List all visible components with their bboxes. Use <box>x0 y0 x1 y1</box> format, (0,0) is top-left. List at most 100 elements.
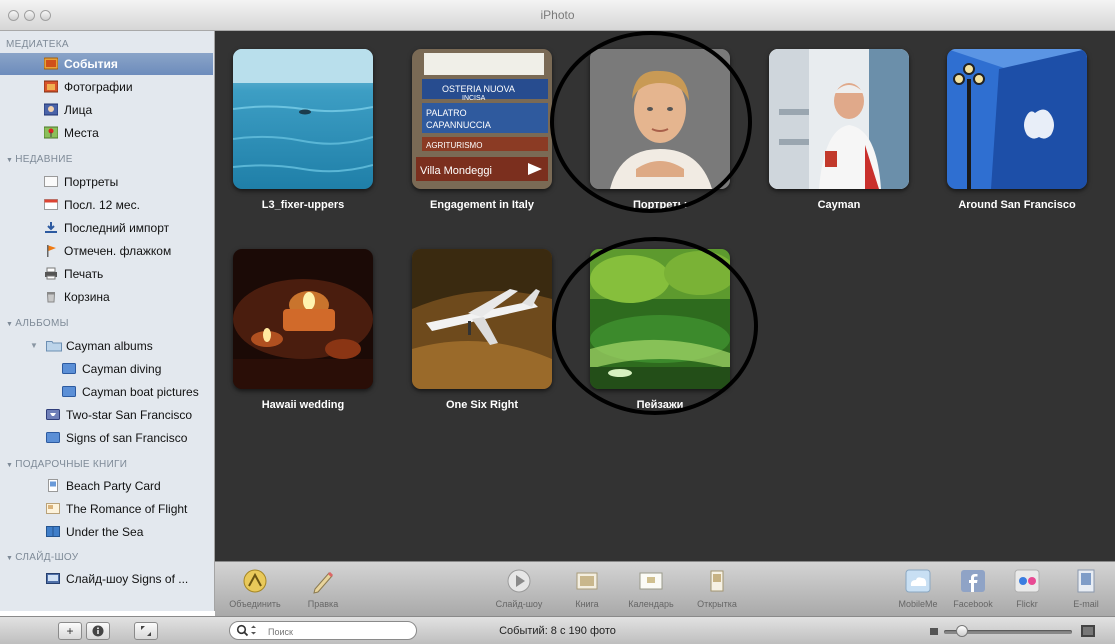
sidebar-item-cayman-boat-pictures[interactable]: Cayman boat pictures <box>0 381 213 403</box>
edit-button[interactable]: Правка <box>291 567 355 615</box>
calendar-button[interactable]: Календарь <box>619 567 683 615</box>
sidebar-item-last-import[interactable]: Последний импорт <box>0 217 213 239</box>
sidebar-item-last-12-months[interactable]: Посл. 12 мес. <box>0 194 213 216</box>
trash-icon <box>44 290 58 303</box>
slideshow-button[interactable]: Слайд-шоу <box>487 567 551 615</box>
book-label: Книга <box>575 599 599 609</box>
section-title: АЛЬБОМЫ <box>15 318 69 329</box>
event-thumbnail[interactable] <box>412 249 552 389</box>
play-icon <box>505 567 533 595</box>
zoom-slider-thumb[interactable] <box>956 625 968 637</box>
sign-text: PALATRO <box>426 108 467 118</box>
event-title[interactable]: One Six Right <box>382 399 582 411</box>
sidebar-item-label: The Romance of Flight <box>66 502 188 516</box>
flickr-button[interactable]: Flickr <box>995 567 1059 615</box>
sidebar-item-romance-of-flight[interactable]: The Romance of Flight <box>0 498 213 520</box>
section-header-albums[interactable]: ▼ АЛЬБОМЫ <box>6 318 69 329</box>
event-thumbnail[interactable]: OSTERIA NUOVA INCISA PALATRO CAPANNUCCIA… <box>412 49 552 189</box>
album-icon <box>62 385 76 398</box>
disclosure-triangle-icon[interactable]: ▼ <box>6 157 13 164</box>
event-thumbnail[interactable] <box>233 249 373 389</box>
card-button[interactable]: Открытка <box>685 567 749 615</box>
events-grid: L3_fixer-uppers OSTERIA NUOVA INCISA PAL… <box>215 31 1115 561</box>
sidebar-item-slideshow-signs[interactable]: Слайд-шоу Signs of ... <box>0 568 213 590</box>
pencil-icon <box>309 567 337 595</box>
album-icon <box>44 175 58 188</box>
section-header-recent[interactable]: ▼ НЕДАВНИЕ <box>6 154 73 165</box>
printer-icon <box>44 267 58 280</box>
sidebar-item-label: Печать <box>64 267 104 281</box>
disclosure-triangle-icon[interactable]: ▼ <box>30 341 38 350</box>
section-header-books[interactable]: ▼ ПОДАРОЧНЫЕ КНИГИ <box>6 459 127 470</box>
email-button[interactable]: E-mail <box>1057 567 1115 615</box>
highlight-circle <box>550 31 752 213</box>
sidebar-item-label: Cayman diving <box>82 362 162 376</box>
sidebar-item-events[interactable]: События <box>0 53 213 75</box>
event-thumbnail[interactable] <box>769 49 909 189</box>
sidebar-item-label: Beach Party Card <box>66 479 161 493</box>
sidebar-item-photos[interactable]: Фотографии <box>0 76 213 98</box>
sidebar-item-faces[interactable]: Лица <box>0 99 213 121</box>
sign-text: AGRITURISMO <box>426 141 482 150</box>
book-icon <box>573 567 601 595</box>
sidebar-item-label: Отмечен. флажком <box>64 244 172 258</box>
event-one-six-right[interactable]: One Six Right <box>402 233 562 423</box>
section-header-library: МЕДИАТЕКА <box>6 39 69 50</box>
sidebar-item-trash[interactable]: Корзина <box>0 286 213 308</box>
iphoto-window: iPhoto МЕДИАТЕКА События Фотографии Лица <box>0 0 1115 644</box>
sidebar-item-portraits[interactable]: Портреты <box>0 171 213 193</box>
disclosure-triangle-icon[interactable]: ▼ <box>6 321 13 328</box>
event-hawaii-wedding[interactable]: Hawaii wedding <box>223 233 383 423</box>
event-l3-fixer-uppers[interactable]: L3_fixer-uppers <box>223 33 383 223</box>
sidebar-item-label: Посл. 12 мес. <box>64 198 140 212</box>
slideshow-icon <box>46 572 60 585</box>
card-icon <box>703 567 731 595</box>
sidebar-item-two-star-san-francisco[interactable]: Two-star San Francisco <box>0 404 213 426</box>
disclosure-triangle-icon[interactable]: ▼ <box>6 462 13 469</box>
smart-album-icon <box>46 408 60 421</box>
disclosure-triangle-icon[interactable]: ▼ <box>6 555 13 562</box>
sidebar-item-cayman-albums[interactable]: ▼ Cayman albums <box>0 335 213 357</box>
edit-label: Правка <box>307 599 339 609</box>
window-title: iPhoto <box>540 8 575 22</box>
import-icon <box>44 221 58 234</box>
sidebar-item-under-the-sea[interactable]: Under the Sea <box>0 521 213 543</box>
sidebar-item-label: Signs of san Francisco <box>66 431 188 445</box>
card-label: Открытка <box>697 599 737 609</box>
book-button[interactable]: Книга <box>555 567 619 615</box>
email-icon <box>1072 567 1100 595</box>
album-icon <box>62 362 76 375</box>
event-title[interactable]: Engagement in Italy <box>382 199 582 211</box>
sidebar-item-label: Слайд-шоу Signs of ... <box>66 572 189 586</box>
sidebar-item-places[interactable]: Места <box>0 122 213 144</box>
event-engagement-in-italy[interactable]: OSTERIA NUOVA INCISA PALATRO CAPANNUCCIA… <box>402 33 562 223</box>
card-icon <box>46 479 60 492</box>
calendar-icon <box>637 567 665 595</box>
book-icon <box>46 525 60 538</box>
slideshow-label: Слайд-шоу <box>495 599 543 609</box>
section-header-slideshows[interactable]: ▼ СЛАЙД-ШОУ <box>6 552 78 563</box>
sidebar-item-flagged[interactable]: Отмечен. флажком <box>0 240 213 262</box>
sidebar-item-beach-party-card[interactable]: Beach Party Card <box>0 475 213 497</box>
event-title[interactable]: L3_fixer-uppers <box>203 199 403 211</box>
calendar-icon <box>44 198 58 211</box>
merge-label: Объединить <box>229 599 281 609</box>
event-around-san-francisco[interactable]: Around San Francisco <box>937 33 1097 223</box>
merge-button[interactable]: Объединить <box>223 567 287 615</box>
sidebar-item-label: Under the Sea <box>66 525 144 539</box>
small-thumbnail-icon <box>930 628 938 635</box>
sidebar-item-print[interactable]: Печать <box>0 263 213 285</box>
event-title[interactable]: Around San Francisco <box>917 199 1115 211</box>
faces-icon <box>43 103 59 116</box>
event-thumbnail[interactable] <box>947 49 1087 189</box>
event-title[interactable]: Hawaii wedding <box>203 399 403 411</box>
sidebar-item-cayman-diving[interactable]: Cayman diving <box>0 358 213 380</box>
sidebar-item-label: События <box>64 57 118 71</box>
sidebar-item-signs-of-san-francisco[interactable]: Signs of san Francisco <box>0 427 213 449</box>
sign-text: CAPANNUCCIA <box>426 120 491 130</box>
event-cayman[interactable]: Cayman <box>759 33 919 223</box>
status-bar: + Событий: 8 с 190 фото <box>0 616 1115 644</box>
event-title[interactable]: Cayman <box>739 199 939 211</box>
event-thumbnail[interactable] <box>233 49 373 189</box>
large-thumbnail-icon <box>1081 625 1095 637</box>
